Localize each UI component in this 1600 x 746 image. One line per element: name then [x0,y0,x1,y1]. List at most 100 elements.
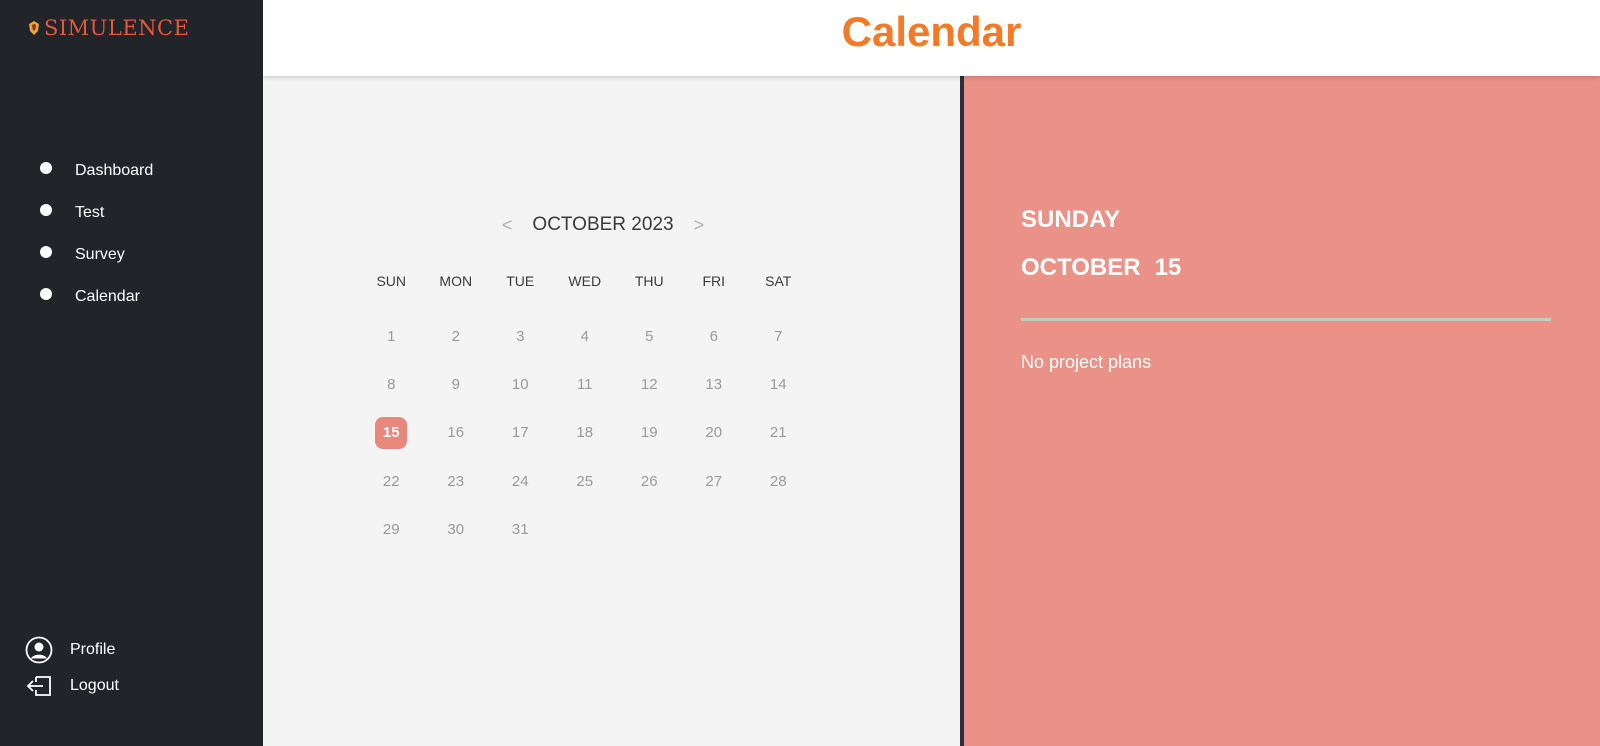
day-number: 29 [382,520,400,538]
calendar-day[interactable]: 13 [682,360,747,408]
calendar-day[interactable]: 18 [553,409,618,457]
profile-label: Profile [70,641,116,658]
calendar-day[interactable]: 3 [488,312,553,360]
day-number: 16 [447,424,465,442]
divider [1021,318,1551,321]
sidebar-item-survey[interactable]: Survey [40,234,153,276]
day-number: 7 [774,327,783,345]
weekday-label: THU [634,273,664,289]
sidebar-item-label: Test [75,204,105,221]
page-title: Calendar [841,8,1022,55]
calendar-day[interactable]: 17 [488,409,553,457]
prev-month-button[interactable]: < [482,215,533,236]
sidebar-item-calendar[interactable]: Calendar [40,276,153,318]
calendar-day[interactable]: 14 [746,360,811,408]
day-number: 14 [769,375,787,393]
calendar-day[interactable]: 25 [553,457,618,505]
day-number: 1 [387,327,396,345]
logout-label: Logout [70,677,119,694]
calendar-day[interactable]: 7 [746,312,811,360]
weekday-label: TUE [506,273,535,289]
weekday-label: WED [568,273,602,289]
weekday-label: SAT [765,273,792,289]
weekday-label: FRI [702,273,726,289]
calendar-day[interactable]: 29 [359,505,424,553]
day-number: 19 [640,424,658,442]
calendar-day[interactable]: 9 [424,360,489,408]
calendar-day[interactable]: 31 [488,505,553,553]
calendar-day[interactable]: 8 [359,360,424,408]
next-month-button[interactable]: > [674,215,725,236]
calendar-day-selected[interactable]: 15 [359,409,424,457]
day-number: 21 [769,424,787,442]
calendar-day[interactable]: 2 [424,312,489,360]
day-number: 31 [511,520,529,538]
day-number: 25 [576,472,594,490]
sidebar: SIMULENCE Dashboard Test Survey Calendar… [0,0,263,746]
brand-logo[interactable]: SIMULENCE [26,16,189,40]
calendar-day[interactable]: 6 [682,312,747,360]
sidebar-nav: Dashboard Test Survey Calendar [40,150,153,318]
day-number: 15 [375,416,408,449]
day-number: 2 [451,327,460,345]
sidebar-item-label: Dashboard [75,162,154,179]
calendar-day[interactable]: 27 [682,457,747,505]
day-number: 20 [705,424,723,442]
bullet-icon [40,246,52,258]
day-number: 23 [447,472,465,490]
sidebar-item-test[interactable]: Test [40,192,153,234]
brand-mark-icon [29,21,39,35]
sidebar-item-dashboard[interactable]: Dashboard [40,150,153,192]
page-header: Calendar [263,0,1600,76]
selected-day-number: 15 [1154,254,1182,281]
day-number: 12 [640,375,658,393]
calendar-day[interactable]: 28 [746,457,811,505]
calendar-day[interactable]: 19 [617,409,682,457]
day-number: 9 [451,375,460,393]
day-number: 5 [645,327,654,345]
selected-weekday: SUNDAY [1021,206,1121,233]
profile-link[interactable]: Profile [25,632,119,668]
day-number: 17 [511,424,529,442]
calendar-day[interactable]: 21 [746,409,811,457]
day-number: 10 [511,375,529,393]
calendar-day[interactable]: 10 [488,360,553,408]
calendar-day[interactable]: 11 [553,360,618,408]
bullet-icon [40,288,52,300]
calendar-day[interactable]: 16 [424,409,489,457]
calendar-day[interactable]: 4 [553,312,618,360]
day-number: 3 [516,327,525,345]
day-number: 4 [580,327,589,345]
user-circle-icon [25,636,53,664]
day-number: 13 [705,375,723,393]
brand-name: SIMULENCE [44,16,190,40]
calendar-day[interactable]: 24 [488,457,553,505]
sidebar-item-label: Survey [75,246,125,263]
calendar-day[interactable]: 30 [424,505,489,553]
calendar-day[interactable]: 26 [617,457,682,505]
day-number: 18 [576,424,594,442]
logout-icon [26,676,51,696]
bullet-icon [40,204,52,216]
selected-month: OCTOBER [1021,254,1141,281]
calendar-day[interactable]: 12 [617,360,682,408]
day-number: 11 [576,375,593,393]
calendar-day[interactable]: 23 [424,457,489,505]
day-number: 27 [705,472,723,490]
day-grid: 1 2 3 4 5 6 7 8 9 10 11 12 13 14 15 16 17 18 19 20 21 22 23 24 2… [359,312,811,553]
selected-date: OCTOBER 15 [1021,254,1181,282]
calendar-day[interactable]: 1 [359,312,424,360]
plans-status: No project plans [1021,352,1152,372]
weekday-header: SUN MON TUE WED THU FRI SAT [359,273,811,289]
sidebar-item-label: Calendar [75,288,140,305]
day-number: 6 [709,327,718,345]
calendar-panel: < OCTOBER 2023 > SUN MON TUE WED THU FRI SAT 1… [263,76,960,746]
calendar-day[interactable]: 22 [359,457,424,505]
day-number: 24 [511,472,529,490]
calendar-day[interactable]: 5 [617,312,682,360]
logout-button[interactable]: Logout [25,668,119,704]
calendar-day[interactable]: 20 [682,409,747,457]
bullet-icon [40,162,52,174]
month-navigator: < OCTOBER 2023 > [473,214,733,236]
weekday-label: SUN [376,273,407,289]
